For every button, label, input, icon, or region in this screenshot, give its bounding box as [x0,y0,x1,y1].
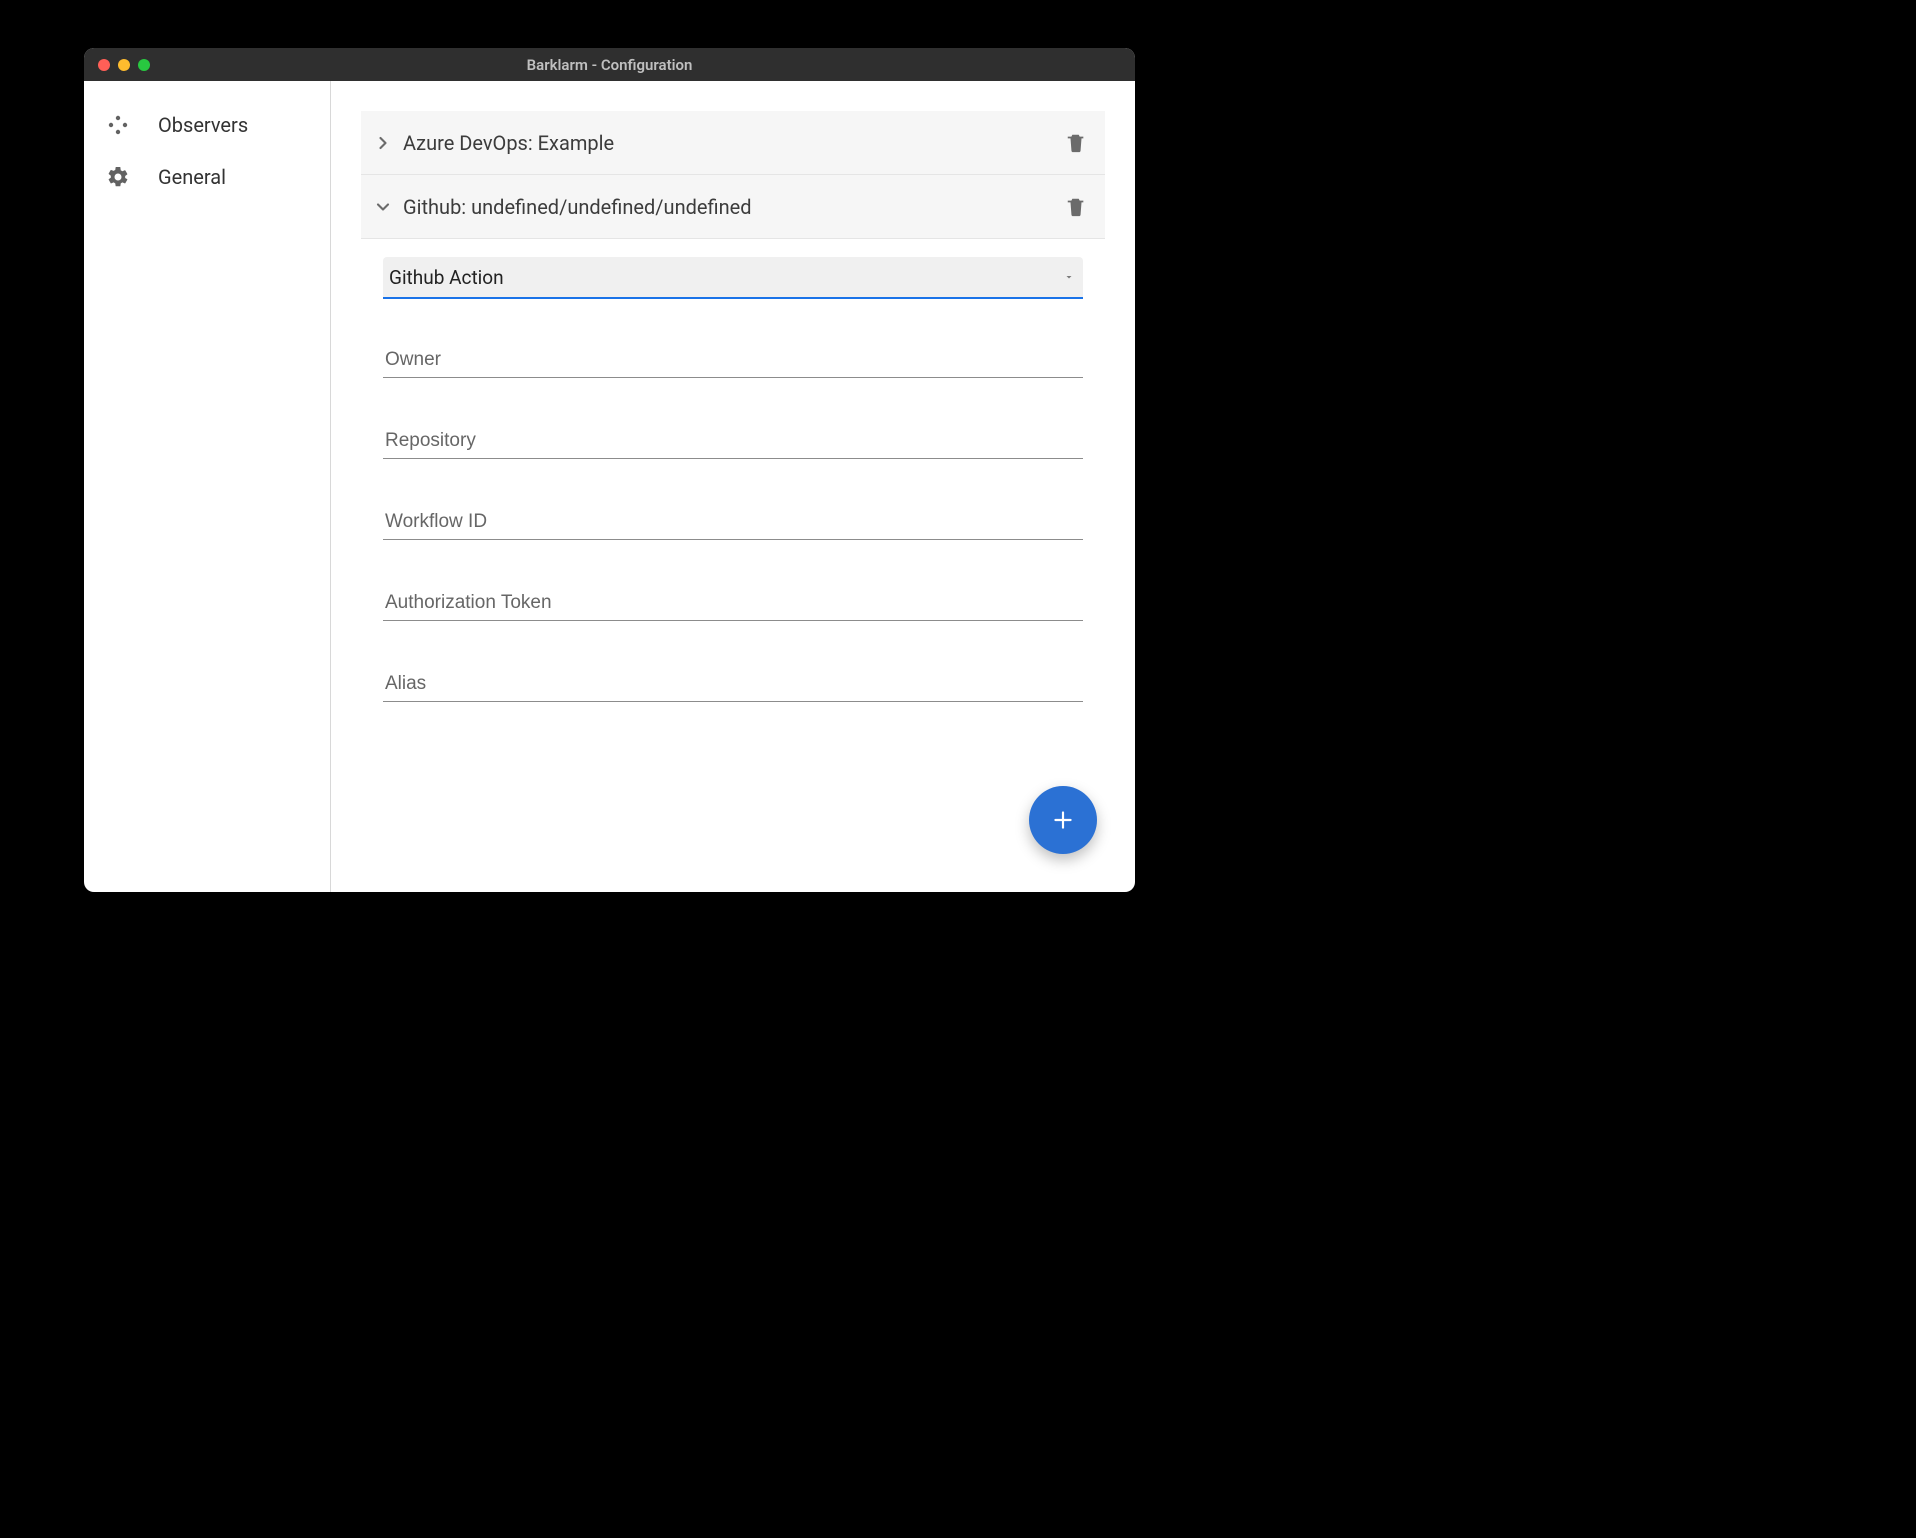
auth-token-field [383,588,1083,621]
select-value: Github Action [385,266,1063,289]
delete-observer-button[interactable] [1065,132,1087,154]
observers-icon [106,113,130,137]
maximize-window-button[interactable] [138,59,150,71]
sidebar-item-general[interactable]: General [84,151,330,203]
main-panel: Azure DevOps: Example Github: undefined/… [331,81,1135,892]
alias-field [383,669,1083,702]
observer-row-azure[interactable]: Azure DevOps: Example [361,111,1105,175]
titlebar: Barklarm - Configuration [84,48,1135,81]
chevron-down-icon [371,195,395,219]
add-observer-button[interactable] [1029,786,1097,854]
repository-field [383,426,1083,459]
observer-row-label: Github: undefined/undefined/undefined [403,195,1065,219]
observer-row-label: Azure DevOps: Example [403,131,1065,155]
sidebar: Observers General [84,81,331,892]
content-area: Observers General Azure DevOps: Example [84,81,1135,892]
owner-input[interactable] [383,345,1083,378]
sidebar-item-label: General [158,165,226,189]
window-title: Barklarm - Configuration [84,56,1135,74]
app-window: Barklarm - Configuration Observers [84,48,1135,892]
alias-input[interactable] [383,669,1083,702]
repository-input[interactable] [383,426,1083,459]
traffic-lights [84,59,150,71]
observer-accordion: Azure DevOps: Example Github: undefined/… [361,111,1105,702]
chevron-right-icon [371,131,395,155]
auth-token-input[interactable] [383,588,1083,621]
sidebar-item-label: Observers [158,113,248,137]
sidebar-item-observers[interactable]: Observers [84,99,330,151]
dropdown-arrow-icon [1063,271,1075,283]
observer-form: Github Action [361,239,1105,702]
observer-row-github[interactable]: Github: undefined/undefined/undefined [361,175,1105,239]
observer-type-select[interactable]: Github Action [383,257,1083,299]
close-window-button[interactable] [98,59,110,71]
workflow-id-field [383,507,1083,540]
workflow-id-input[interactable] [383,507,1083,540]
gear-icon [106,165,130,189]
minimize-window-button[interactable] [118,59,130,71]
delete-observer-button[interactable] [1065,196,1087,218]
owner-field [383,345,1083,378]
